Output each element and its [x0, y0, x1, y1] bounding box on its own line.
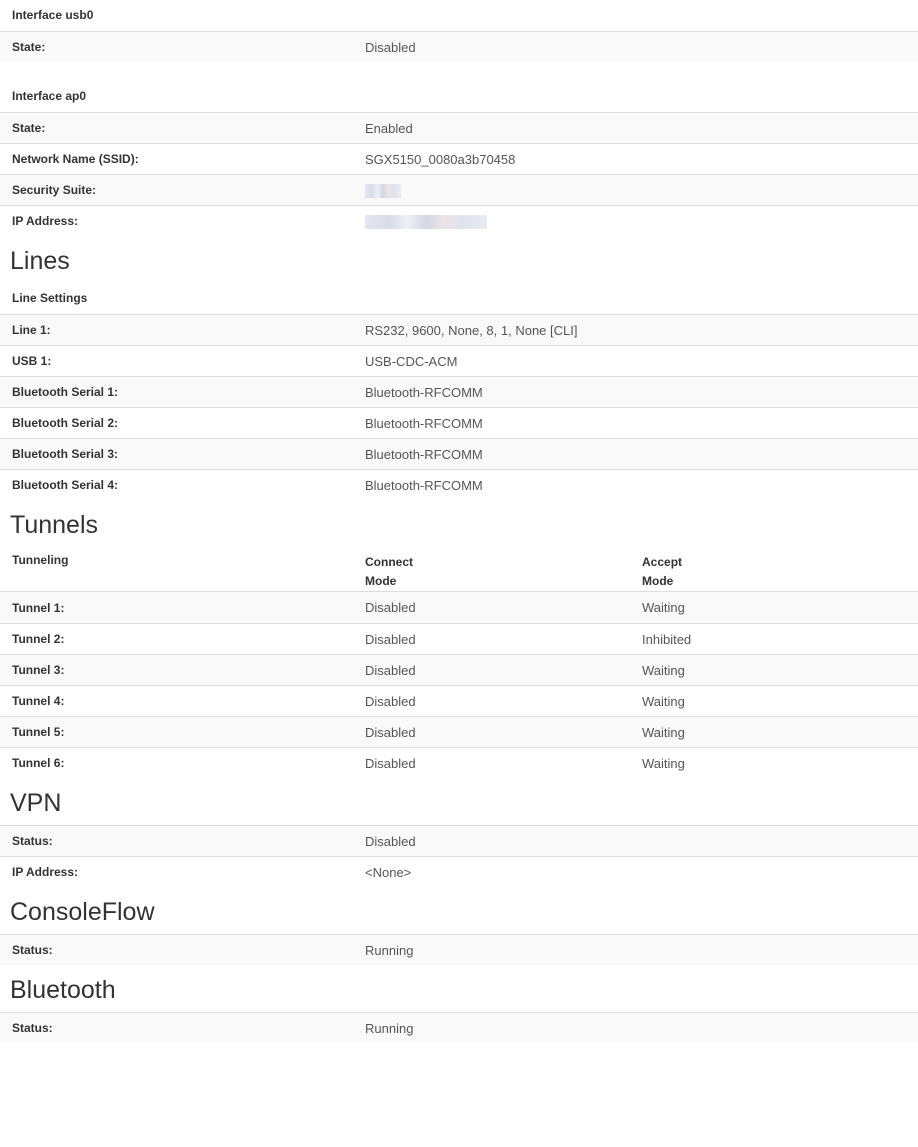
table-row: Status: Running [0, 934, 918, 965]
row-value: <None> [365, 864, 412, 880]
table-row: Bluetooth Serial 4: Bluetooth-RFCOMM [0, 469, 918, 500]
row-value: RS232, 9600, None, 8, 1, None [CLI] [365, 322, 578, 338]
row-label: Security Suite: [12, 183, 97, 197]
table-row: IP Address: [0, 205, 918, 236]
row-value: USB-CDC-ACM [365, 353, 458, 369]
row-label: Tunnel 5: [12, 725, 65, 739]
tunnels-header-row: Tunneling Connect Mode Accept Mode [0, 547, 918, 592]
accept-mode-value: Inhibited [642, 631, 692, 647]
row-label: Bluetooth Serial 4: [12, 478, 119, 492]
accept-mode-value: Waiting [642, 724, 685, 740]
col-header-connect: Connect [365, 555, 413, 569]
lines-heading: Lines [10, 247, 70, 275]
table-row: IP Address: <None> [0, 856, 918, 887]
table-row: Bluetooth Serial 2: Bluetooth-RFCOMM [0, 407, 918, 438]
line-settings-title: Line Settings [12, 291, 88, 305]
table-row: Status: Disabled [0, 825, 918, 856]
row-label: Network Name (SSID): [12, 152, 139, 166]
row-label: Tunnel 4: [12, 694, 65, 708]
table-row: State: Disabled [0, 31, 918, 62]
row-value: Bluetooth-RFCOMM [365, 415, 483, 431]
connect-mode-value: Disabled [365, 724, 416, 740]
row-label: Line 1: [12, 323, 51, 337]
accept-mode-value: Waiting [642, 600, 685, 615]
row-label: IP Address: [12, 865, 79, 879]
status-page: Interface usb0 State: Disabled Interface… [0, 0, 918, 1043]
row-label: Tunnel 2: [12, 632, 65, 646]
lines-table: Line Settings Line 1: RS232, 9600, None,… [0, 283, 918, 500]
row-label: State: [12, 121, 46, 135]
row-value: Enabled [365, 120, 413, 136]
table-row: Tunnel 5: Disabled Waiting [0, 716, 918, 747]
row-label: Bluetooth Serial 3: [12, 447, 119, 461]
interface-usb0-table: Interface usb0 State: Disabled [0, 0, 918, 62]
table-row: USB 1: USB-CDC-ACM [0, 345, 918, 376]
row-label: Tunnel 3: [12, 663, 65, 677]
row-label: Bluetooth Serial 2: [12, 416, 119, 430]
row-value: Running [365, 942, 414, 958]
row-label: Tunnel 6: [12, 756, 65, 770]
table-row: Tunnel 2: Disabled Inhibited [0, 623, 918, 654]
table-row: Tunnel 6: Disabled Waiting [0, 747, 918, 778]
row-label: Status: [12, 834, 53, 848]
row-value: Running [365, 1020, 414, 1036]
table-row: Security Suite: [0, 174, 918, 205]
table-row: Tunnel 1: Disabled Waiting [0, 592, 918, 623]
row-value [365, 213, 642, 229]
table-row: State: Enabled [0, 112, 918, 143]
col-header-mode: Mode [365, 574, 397, 588]
vpn-heading: VPN [10, 789, 62, 817]
row-value: Bluetooth-RFCOMM [365, 384, 483, 400]
consoleflow-table: Status: Running [0, 934, 918, 965]
connect-mode-value: Disabled [365, 755, 416, 771]
row-value: Disabled [365, 833, 416, 849]
interface-ap0-title: Interface ap0 [12, 89, 87, 103]
interface-ap0-table: Interface ap0 State: Enabled Network Nam… [0, 81, 918, 236]
row-value: Disabled [365, 39, 416, 55]
col-header-accept: Accept [642, 555, 683, 569]
table-row: Tunnel 4: Disabled Waiting [0, 685, 918, 716]
redacted-security-suite [365, 183, 401, 198]
accept-mode-value: Waiting [642, 693, 685, 709]
row-value: Bluetooth-RFCOMM [365, 477, 483, 493]
col-header-accept-mode: Accept Mode [642, 553, 682, 591]
accept-mode-value: Waiting [642, 755, 685, 771]
bluetooth-table: Status: Running [0, 1012, 918, 1043]
col-header-tunneling: Tunneling [12, 553, 69, 567]
row-label: Status: [12, 943, 53, 957]
table-row: Bluetooth Serial 1: Bluetooth-RFCOMM [0, 376, 918, 407]
tunnels-heading: Tunnels [10, 511, 99, 539]
row-value: SGX5150_0080a3b70458 [365, 151, 516, 167]
connect-mode-value: Disabled [365, 631, 416, 647]
connect-mode-value: Disabled [365, 662, 416, 678]
table-row: Line 1: RS232, 9600, None, 8, 1, None [C… [0, 314, 918, 345]
row-value [365, 182, 642, 198]
vpn-table: Status: Disabled IP Address: <None> [0, 825, 918, 887]
table-row: Network Name (SSID): SGX5150_0080a3b7045… [0, 143, 918, 174]
row-label: Status: [12, 1021, 53, 1035]
connect-mode-value: Disabled [365, 600, 416, 615]
col-header-mode: Mode [642, 574, 674, 588]
row-label: State: [12, 40, 46, 54]
table-row: Bluetooth Serial 3: Bluetooth-RFCOMM [0, 438, 918, 469]
row-label: Bluetooth Serial 1: [12, 385, 119, 399]
consoleflow-heading: ConsoleFlow [10, 898, 155, 926]
interface-usb0-title: Interface usb0 [12, 8, 94, 22]
row-value: Bluetooth-RFCOMM [365, 446, 483, 462]
table-row: Tunnel 3: Disabled Waiting [0, 654, 918, 685]
bluetooth-heading: Bluetooth [10, 976, 116, 1004]
col-header-connect-mode: Connect Mode [365, 553, 642, 591]
redacted-ip-address [365, 214, 487, 229]
connect-mode-value: Disabled [365, 693, 416, 709]
accept-mode-value: Waiting [642, 662, 685, 678]
row-label: IP Address: [12, 214, 79, 228]
tunnels-table: Tunneling Connect Mode Accept Mode Tunne… [0, 547, 918, 778]
table-row: Status: Running [0, 1012, 918, 1043]
row-label: Tunnel 1: [12, 600, 65, 615]
row-label: USB 1: [12, 354, 52, 368]
